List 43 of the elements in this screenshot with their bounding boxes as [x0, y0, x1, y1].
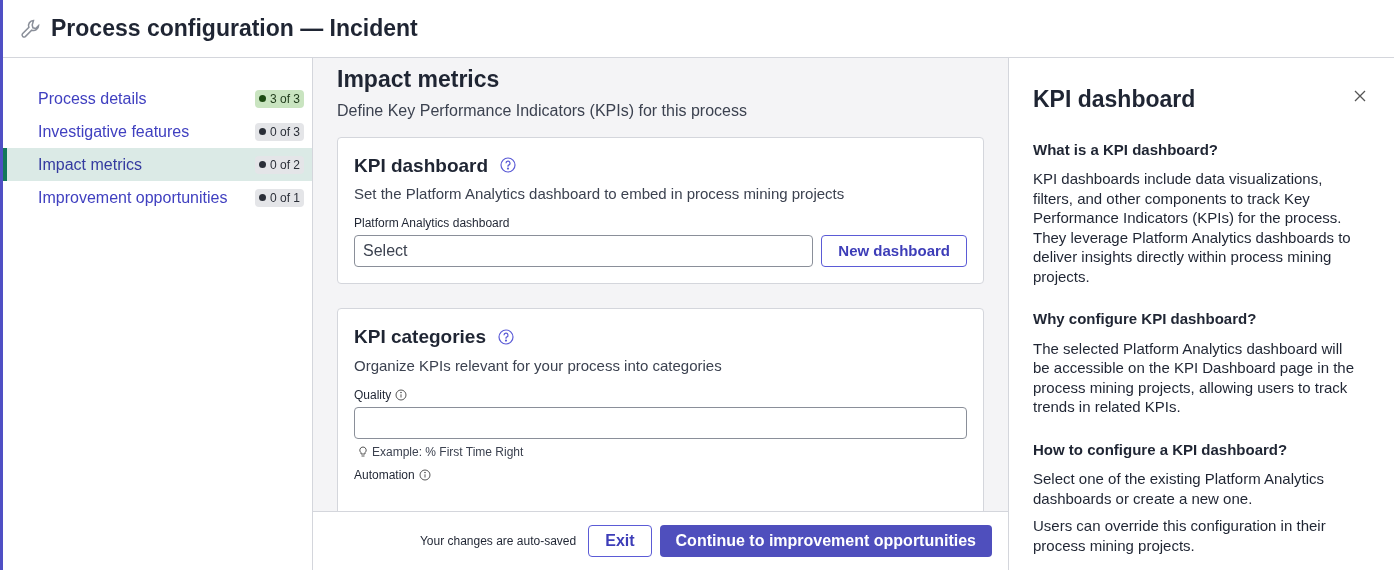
help-paragraph: Users can override this configuration in their process mining projects.: [1033, 516, 1327, 555]
autosave-note: Your changes are auto-saved: [419, 533, 577, 550]
nav-label: Process details: [38, 88, 147, 109]
field-hint: Example: % First Time Right: [372, 444, 524, 460]
card-title: KPI categories: [354, 325, 486, 349]
help-icon[interactable]: [498, 328, 514, 345]
section-subtitle: Define Key Performance Indicators (KPIs) for this process: [337, 100, 748, 121]
field-label: Platform Analytics dashboard: [354, 216, 511, 231]
nav-item[interactable]: Impact metrics 0 of 2: [3, 148, 312, 181]
lightbulb-icon: [358, 446, 368, 458]
nav-label: Investigative features: [38, 121, 190, 142]
exit-button[interactable]: Exit: [588, 525, 652, 557]
category-input[interactable]: [354, 406, 967, 439]
panel-title: KPI dashboard: [1033, 85, 1196, 114]
card-description: Organize KPIs relevant for your process into categories: [354, 356, 723, 376]
help-heading: Why configure KPI dashboard?: [1033, 309, 1258, 329]
progress-badge: 0 of 1: [254, 188, 304, 207]
section-title: Impact metrics: [337, 65, 501, 94]
info-icon[interactable]: [395, 389, 408, 401]
field-label: Automation: [354, 467, 415, 483]
progress-badge: 0 of 2: [254, 155, 304, 174]
nav-label: Improvement opportunities: [38, 187, 228, 208]
help-icon[interactable]: [500, 157, 517, 174]
continue-button[interactable]: Continue to improvement opportunities: [659, 525, 992, 557]
help-heading: How to configure a KPI dashboard?: [1033, 439, 1289, 460]
nav-item[interactable]: Investigative features 0 of 3: [3, 115, 312, 148]
card-title: KPI dashboard: [354, 153, 489, 178]
help-paragraph: The selected Platform Analytics dashboard will be accessible on the KPI Dashboard page in the process mining projects, allowing users to track trends in related KPIs.: [1033, 338, 1356, 417]
nav-item[interactable]: Improvement opportunities 0 of 1: [3, 181, 312, 214]
progress-badge: 0 of 3: [254, 122, 304, 141]
help-paragraph: KPI dashboards include data visualizations, filters, and other components to track Key Performance Indicators (KPIs) for the process. They leverage Platform Analytics dashboards to deliver insights directly within process mining projects.: [1033, 169, 1352, 286]
progress-badge: 3 of 3: [254, 89, 304, 108]
new-dashboard-button[interactable]: New dashboard: [821, 235, 967, 267]
help-paragraph: Select one of the existing Platform Analytics dashboards or create a new one.: [1033, 469, 1325, 508]
card-description: Set the Platform Analytics dashboard to embed in process mining projects: [354, 185, 846, 204]
info-icon[interactable]: [418, 469, 431, 481]
page-title: Process configuration — Incident: [51, 14, 418, 44]
close-icon[interactable]: [1354, 90, 1366, 102]
nav-item[interactable]: Process details 3 of 3: [3, 82, 312, 115]
nav-label: Impact metrics: [38, 154, 142, 175]
help-heading: What is a KPI dashboard?: [1033, 139, 1220, 160]
field-label: Quality: [354, 387, 392, 403]
dashboard-select[interactable]: Select: [354, 235, 814, 267]
